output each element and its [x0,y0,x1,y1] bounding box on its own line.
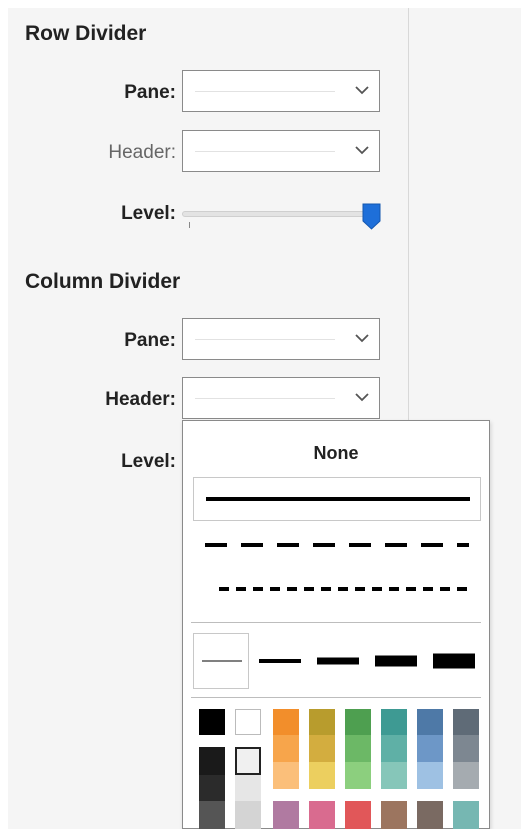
color-swatch-gray[interactable] [199,801,225,829]
line-weight-icon [317,657,359,665]
color-swatch[interactable] [345,801,371,829]
color-swatch-gray[interactable] [199,775,225,801]
thin-line-icon [202,660,242,662]
row-pane-dropdown[interactable] [182,70,380,112]
color-swatch[interactable] [309,762,335,789]
line-weight-icon [259,659,301,663]
none-option[interactable]: None [183,443,489,464]
line-style-preview [195,151,335,152]
line-weight-thinnest[interactable] [193,633,249,689]
color-swatch[interactable] [345,709,371,735]
row-pane-label: Pane: [124,82,176,103]
color-swatch[interactable] [381,801,407,829]
chevron-down-icon [355,146,369,155]
divider [191,697,481,698]
color-swatch[interactable] [381,762,407,789]
color-swatch[interactable] [309,801,335,829]
color-swatch[interactable] [453,709,479,735]
line-weight-thickest[interactable] [429,633,481,689]
line-weight-medium[interactable] [313,633,365,689]
color-swatch[interactable] [273,735,299,762]
slider-tick [189,222,190,228]
color-swatch[interactable] [417,801,443,829]
dashed-line-icon [205,543,469,547]
column-divider-title: Column Divider [25,270,181,293]
dotted-line-icon [219,587,469,591]
color-swatch[interactable] [453,735,479,762]
color-swatch[interactable] [273,709,299,735]
line-style-solid[interactable] [193,477,481,521]
line-style-preview [195,339,335,340]
solid-line-icon [206,497,470,501]
line-style-popup: None [182,420,490,829]
color-swatch-gray[interactable] [199,747,225,775]
color-swatch[interactable] [381,709,407,735]
color-swatch[interactable] [309,735,335,762]
color-swatch[interactable] [309,709,335,735]
line-weight-thick[interactable] [371,633,423,689]
color-swatch[interactable] [417,709,443,735]
chevron-down-icon [355,393,369,402]
color-swatch[interactable] [453,801,479,829]
slider-thumb[interactable] [362,203,381,230]
color-swatch[interactable] [273,801,299,829]
line-style-dotted[interactable] [193,567,481,611]
column-header-label: Header: [105,389,176,410]
row-level-slider[interactable] [182,203,382,237]
column-pane-dropdown[interactable] [182,318,380,360]
line-weight-icon [375,655,417,667]
column-level-label: Level: [121,451,176,472]
column-header-dropdown[interactable] [182,377,380,419]
line-style-preview [195,91,335,92]
column-pane-label: Pane: [124,330,176,351]
color-swatch-light-gray[interactable] [235,747,261,775]
chevron-down-icon [355,86,369,95]
color-swatch-white[interactable] [235,709,261,735]
color-swatch-black[interactable] [199,709,225,735]
color-swatch-light-gray[interactable] [235,801,261,829]
divider [191,622,481,623]
chevron-down-icon [355,334,369,343]
line-style-preview [195,398,335,399]
color-swatch[interactable] [273,762,299,789]
row-header-label: Header: [108,142,176,163]
color-swatch[interactable] [345,735,371,762]
color-swatch[interactable] [417,762,443,789]
line-style-dashed[interactable] [193,523,481,567]
row-divider-title: Row Divider [25,22,147,45]
color-swatch-light-gray[interactable] [235,775,261,801]
row-level-label: Level: [121,203,176,224]
line-weight-thin[interactable] [255,633,307,689]
color-swatch[interactable] [345,762,371,789]
slider-track [182,211,374,217]
line-weight-icon [433,653,475,669]
row-header-dropdown[interactable] [182,130,380,172]
color-swatch[interactable] [417,735,443,762]
color-swatch[interactable] [381,735,407,762]
color-swatch[interactable] [453,762,479,789]
